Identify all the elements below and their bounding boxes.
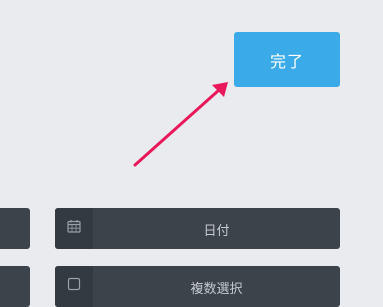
left-field-2[interactable] [0,266,30,307]
checkbox-icon [55,266,93,307]
left-field-1[interactable] [0,208,30,249]
multi-select-field[interactable]: 複数選択 [55,266,340,307]
date-field[interactable]: 日付 [55,208,340,249]
done-button[interactable]: 完了 [234,32,340,87]
date-field-label: 日付 [203,224,230,239]
calendar-icon [55,208,93,249]
multi-select-field-label: 複数選択 [190,282,243,297]
